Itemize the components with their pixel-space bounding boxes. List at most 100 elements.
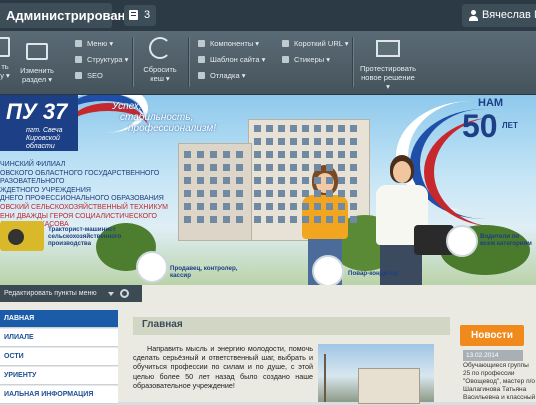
building-window	[314, 164, 321, 171]
building-window	[290, 177, 297, 184]
building-window	[350, 216, 357, 223]
school-name-line: ЕНИ ДВАЖДЫ ГЕРОЯ СОЦИАЛИСТИЧЕСКОГО	[0, 212, 157, 220]
debug-label: Отладка	[210, 71, 240, 80]
building-window	[302, 125, 309, 132]
building-window	[290, 190, 297, 197]
building-window	[210, 177, 217, 184]
building-window	[236, 164, 243, 171]
toolbar-divider	[132, 37, 133, 87]
building-window	[184, 203, 191, 210]
slogan-line: стабильность,	[120, 112, 194, 123]
building-window	[223, 190, 230, 197]
building-window	[326, 164, 333, 171]
site-template-label: Шаблон сайта	[210, 55, 260, 64]
logo-title: ПУ 37	[6, 99, 68, 124]
building-window	[266, 125, 273, 132]
slogan: Успех, стабильность, профессионализм!	[112, 101, 216, 134]
building-window	[314, 216, 321, 223]
school-name: ЧИНСКИЙ ФИЛИАЛ ОВСКОГО ОБЛАСТНОГО ГОСУДА…	[0, 161, 175, 230]
building-window	[254, 151, 261, 158]
student-boy	[374, 155, 430, 285]
stickers-label: Стикеры	[294, 55, 325, 64]
edit-menu-label: Редактировать пункты меню	[4, 290, 97, 297]
building-window	[350, 190, 357, 197]
building-photo	[318, 344, 434, 404]
steering-wheel-icon	[446, 225, 478, 257]
menu-button[interactable]: Меню ▾	[75, 39, 113, 49]
building-window	[278, 138, 285, 145]
building-window	[197, 151, 204, 158]
structure-button[interactable]: Структура ▾	[75, 55, 128, 65]
building-window	[236, 151, 243, 158]
menu-item-news[interactable]: ОСТИ	[0, 348, 118, 366]
building-window	[278, 164, 285, 171]
gear-icon[interactable]	[120, 289, 129, 298]
cloche-icon	[312, 255, 344, 285]
building-window	[338, 125, 345, 132]
notifications-button[interactable]: 3	[124, 5, 156, 26]
building-window	[290, 203, 297, 210]
admin-mode-tab[interactable]: Администрирование	[0, 3, 141, 28]
building-window	[254, 164, 261, 171]
notification-icon	[129, 10, 138, 20]
logo-subtitle-line: Кировской области	[26, 135, 60, 150]
building-window	[278, 177, 285, 184]
building-window	[350, 138, 357, 145]
building-window	[338, 203, 345, 210]
building-window	[350, 177, 357, 184]
components-label: Компоненты	[210, 39, 254, 48]
menu-item-official-info[interactable]: ИАЛЬНАЯ ИНФОРМАЦИЯ	[0, 386, 118, 404]
seo-button[interactable]: SEO	[75, 71, 103, 81]
profession-tractor-label[interactable]: Тракторист-машинист сельскохозяйственног…	[48, 226, 121, 247]
building-window	[223, 216, 230, 223]
components-button[interactable]: Компоненты ▾	[198, 39, 259, 49]
building-window	[210, 190, 217, 197]
building-window	[184, 164, 191, 171]
building-window	[266, 216, 273, 223]
site-header-banner: ПУ 37 пгт. Свеча Кировской области Успех…	[0, 95, 536, 285]
news-header[interactable]: Новости	[460, 325, 524, 346]
building-window	[184, 216, 191, 223]
news-text[interactable]: Обучающиеся группы 25 по профессии "Овощ…	[463, 362, 536, 402]
edit-menu-panel[interactable]: Редактировать пункты меню	[0, 285, 142, 302]
menu-item-branch[interactable]: ИЛИАЛЕ	[0, 329, 118, 347]
chevron-down-icon[interactable]	[108, 292, 114, 296]
profession-drivers-label[interactable]: Водители по всем категориям	[480, 233, 536, 247]
building-window	[350, 125, 357, 132]
site-logo[interactable]: ПУ 37 пгт. Свеча Кировской области	[0, 95, 78, 151]
building-window	[338, 177, 345, 184]
site-template-button[interactable]: Шаблон сайта ▾	[198, 55, 265, 65]
school-name-line: ОВСКИЙ СЕЛЬСКОХОЗЯЙСТВЕННЫЙ ТЕХНИКУМ	[0, 203, 168, 211]
reset-cache-button[interactable]: Сбросить кеш ▾	[138, 35, 182, 83]
building-window	[254, 203, 261, 210]
stickers-button[interactable]: Стикеры ▾	[282, 55, 330, 65]
building-window	[236, 190, 243, 197]
building-window	[278, 151, 285, 158]
short-url-button[interactable]: Короткий URL ▾	[282, 39, 348, 49]
menu-item-applicant[interactable]: УРИЕНТУ	[0, 367, 118, 385]
user-menu-button[interactable]: Вячеслав Масл	[462, 4, 536, 27]
building-window	[266, 190, 273, 197]
structure-icon	[75, 56, 82, 63]
test-solution-button[interactable]: Протестировать новое решение ▾	[360, 35, 416, 91]
structure-label: Структура	[87, 55, 123, 64]
toolbar-divider	[352, 37, 353, 87]
logo-subtitle-line: пгт. Свеча	[26, 127, 63, 134]
building-window	[302, 190, 309, 197]
create-page-button[interactable]: ть у ▾	[0, 62, 16, 80]
building-window	[197, 177, 204, 184]
building-window	[278, 190, 285, 197]
building-window	[338, 190, 345, 197]
change-section-button[interactable]: Изменить раздел ▾	[16, 37, 58, 84]
menu-icon	[75, 40, 82, 47]
building-window	[266, 138, 273, 145]
menu-item-main[interactable]: ЛАВНАЯ	[0, 310, 118, 328]
debug-button[interactable]: Отладка ▾	[198, 71, 246, 81]
user-name: Вячеслав Масл	[482, 9, 536, 21]
building-window	[326, 190, 333, 197]
school-name-line: ОВСКОГО ОБЛАСТНОГО ГОСУДАРСТВЕННОГО	[0, 169, 160, 177]
building-window	[302, 138, 309, 145]
profession-seller-label[interactable]: Продавец, контролер, кассир	[170, 265, 240, 279]
building-window	[326, 125, 333, 132]
profession-cook-label[interactable]: Повар-кондитер	[348, 270, 408, 277]
